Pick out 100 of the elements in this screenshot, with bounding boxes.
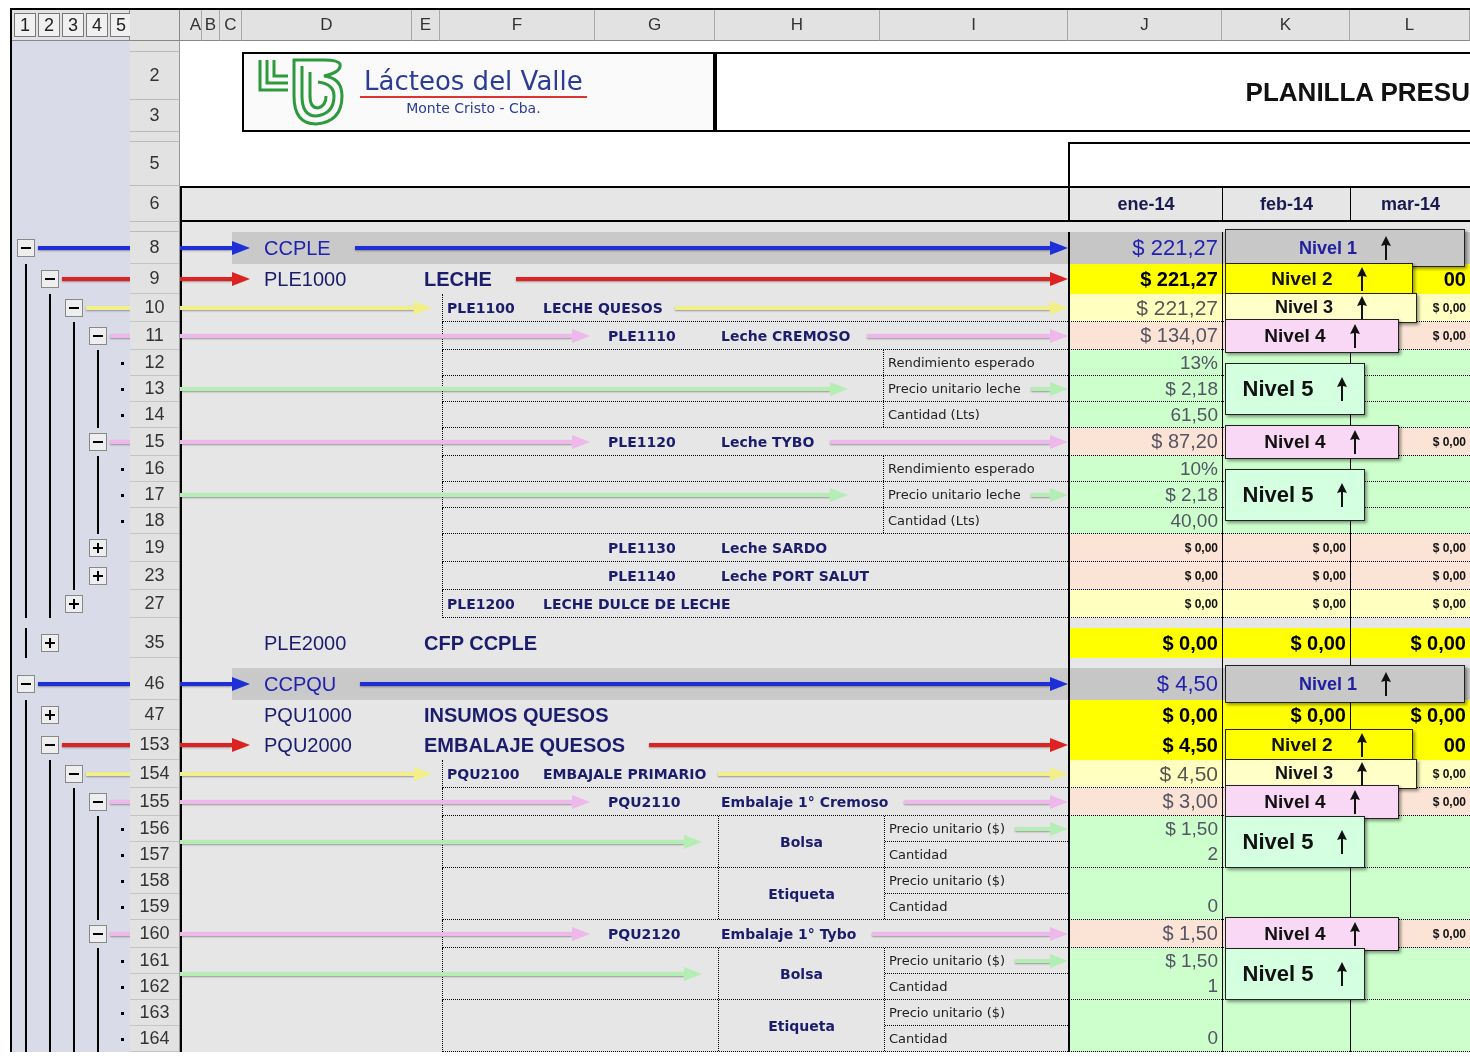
sheet-title: PLANILLA PRESU: [1245, 76, 1470, 108]
table-cell: $ 221,27: [1068, 232, 1222, 264]
account-name: CFP CCPLE: [424, 630, 537, 656]
outline-level-button[interactable]: 5: [110, 13, 132, 37]
group-label: Bolsa: [780, 833, 823, 850]
level-label: Nivel 5: [1242, 960, 1314, 987]
table-cell: $ 0,00: [1068, 534, 1222, 562]
column-header[interactable]: E: [412, 10, 440, 41]
row-label: Cantidad (Lts): [887, 407, 980, 422]
collapse-button[interactable]: [89, 327, 107, 345]
table-cell: $ 134,07: [1068, 322, 1222, 350]
collapse-button[interactable]: [89, 433, 107, 451]
table-cell: $ 3,00: [1068, 788, 1222, 816]
column-header[interactable]: A: [180, 10, 202, 41]
account-name: EMBAJALE PRIMARIO: [543, 764, 707, 784]
account-code: CCPQU: [264, 671, 337, 697]
expand-button[interactable]: [41, 634, 59, 652]
account-name: LECHE DULCE DE LECHE: [543, 594, 731, 614]
table-cell: $ 0,00: [1222, 534, 1350, 562]
outline-level-button[interactable]: 4: [86, 13, 108, 37]
table-cell: $ 0,00: [1068, 590, 1222, 618]
account-name: Embalaje 1° Tybo: [721, 924, 857, 944]
table-cell: $ 2,18: [1068, 376, 1222, 402]
table-cell: 0: [1068, 868, 1222, 920]
expand-button[interactable]: [89, 567, 107, 585]
account-name: Leche PORT SALUT: [721, 566, 870, 586]
level-label: Nivel 5: [1242, 481, 1314, 508]
up-arrow-icon: [1349, 323, 1360, 348]
account-name: EMBALAJE QUESOS: [424, 732, 626, 758]
outline-level-button[interactable]: 2: [38, 13, 60, 37]
account-name: Leche TYBO: [721, 432, 815, 452]
row-label: Precio unitario leche: [887, 487, 1021, 502]
level-label: Nivel 3: [1274, 763, 1333, 784]
collapse-button[interactable]: [41, 736, 59, 754]
up-arrow-icon: [1357, 295, 1367, 320]
level-label: Nivel 2: [1271, 268, 1333, 290]
column-header[interactable]: F: [440, 10, 595, 41]
level-label: Nivel 5: [1242, 375, 1314, 402]
collapse-button[interactable]: [65, 765, 83, 783]
collapse-button[interactable]: [89, 925, 107, 943]
row-number: 158: [130, 868, 179, 894]
row-number: 6: [130, 186, 180, 222]
plus-icon: [68, 598, 80, 610]
collapse-button[interactable]: [65, 299, 83, 317]
up-arrow-icon: [1349, 429, 1360, 454]
account-name: INSUMOS QUESOS: [424, 702, 609, 728]
row-number: 164: [130, 1026, 179, 1052]
plus-icon: [92, 570, 104, 582]
column-header[interactable]: B: [202, 10, 220, 41]
column-header[interactable]: J: [1068, 10, 1222, 41]
column-header[interactable]: C: [220, 10, 242, 41]
outline-level-button[interactable]: 1: [14, 13, 36, 37]
account-code: PQU2000: [264, 732, 353, 758]
table-cell: 13%: [1068, 350, 1222, 376]
account-code: PLE1140: [608, 566, 677, 586]
level-label: Nivel 3: [1274, 297, 1333, 318]
table-cell: $ 87,20: [1068, 428, 1222, 456]
level-label: Nivel 1: [1298, 673, 1357, 695]
up-arrow-icon: [1381, 672, 1391, 696]
row-label: Rendimiento esperado: [887, 355, 1035, 370]
table-cell: 0: [1068, 1000, 1222, 1052]
row-label: Precio unitario ($): [888, 873, 1006, 888]
up-arrow-icon: [1356, 733, 1367, 757]
up-arrow-icon: [1356, 267, 1367, 291]
expand-button[interactable]: [89, 539, 107, 557]
collapse-button[interactable]: [17, 239, 35, 257]
row-number: 156: [130, 816, 179, 842]
account-code: PQU1000: [264, 702, 353, 728]
column-header[interactable]: D: [242, 10, 412, 41]
expand-button[interactable]: [41, 706, 59, 724]
row-label: Cantidad (Lts): [887, 513, 980, 528]
row-label: Precio unitario ($): [888, 953, 1006, 968]
outline-level-button[interactable]: 3: [62, 13, 84, 37]
account-code: PLE1100: [447, 298, 516, 318]
collapse-button[interactable]: [17, 675, 35, 693]
select-all-corner[interactable]: [130, 10, 180, 41]
level-label: Nivel 4: [1264, 790, 1326, 813]
column-header[interactable]: G: [595, 10, 715, 41]
brand-name: Lácteos del Valle: [360, 68, 587, 98]
expand-button[interactable]: [65, 595, 83, 613]
account-code: PLE1130: [608, 538, 677, 558]
column-header[interactable]: L: [1350, 10, 1470, 41]
column-header[interactable]: H: [715, 10, 880, 41]
level-label: Nivel 4: [1264, 430, 1326, 453]
collapse-button[interactable]: [41, 270, 59, 288]
up-arrow-icon: [1337, 829, 1348, 854]
account-name: LECHE QUESOS: [543, 298, 663, 318]
table-cell: $ 221,27: [1068, 294, 1222, 322]
column-header[interactable]: I: [880, 10, 1068, 41]
row-label: Cantidad: [888, 899, 948, 914]
table-cell: $ 0,00: [1222, 562, 1350, 590]
table-cell: $ 0,00: [1068, 628, 1222, 658]
collapse-button[interactable]: [89, 793, 107, 811]
table-cell: $ 1,50 1: [1068, 948, 1222, 1000]
table-cell: $ 1,50 2: [1068, 816, 1222, 868]
up-arrow-icon: [1381, 236, 1391, 260]
column-header[interactable]: K: [1222, 10, 1350, 41]
account-code: PQU2100: [447, 764, 521, 784]
table-cell: $ 4,50: [1068, 760, 1222, 788]
table-cell: $ 2,18: [1068, 482, 1222, 508]
